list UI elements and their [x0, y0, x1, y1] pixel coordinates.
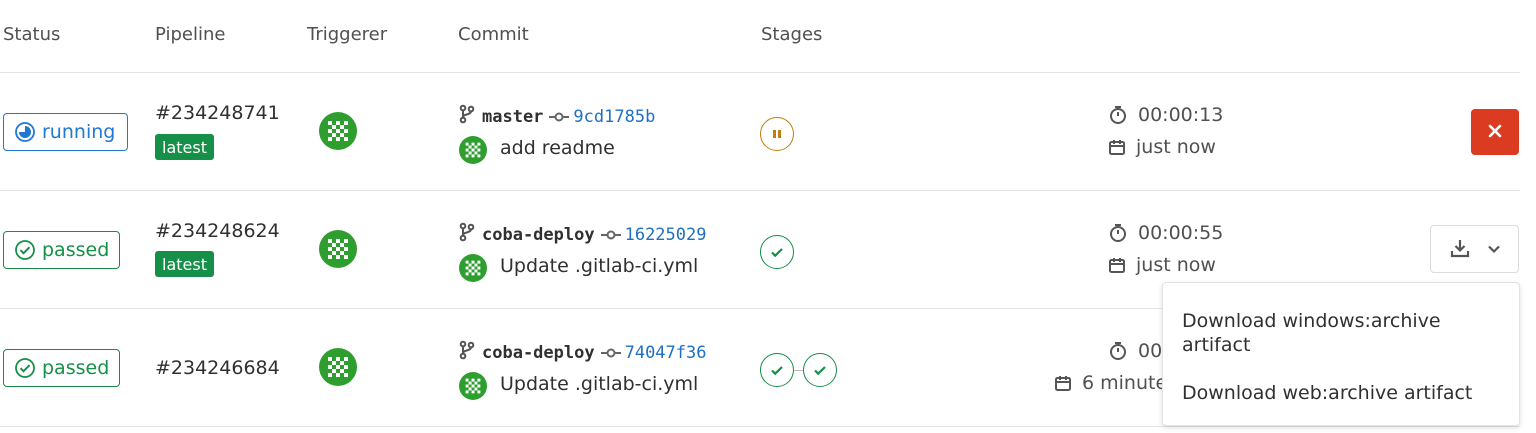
status-label: running — [42, 121, 116, 143]
commit-author-avatar[interactable] — [459, 254, 487, 282]
row-divider — [0, 426, 1520, 427]
stopwatch-icon — [1108, 105, 1128, 125]
pipeline-finished-time: 6 minute — [1054, 372, 1167, 394]
commit-ref: coba-deploy 74047f36 — [458, 340, 706, 365]
branch-link[interactable]: coba-deploy — [482, 225, 595, 245]
stage-paused-icon[interactable] — [760, 117, 794, 151]
calendar-icon — [1108, 138, 1126, 156]
finished-text: just now — [1136, 136, 1216, 158]
commit-message-link[interactable]: Update .gitlab-ci.yml — [500, 255, 698, 277]
commit-ref: coba-deploy 16225029 — [458, 222, 706, 247]
pipeline-id-link[interactable]: #234248624 — [155, 220, 280, 242]
pipeline-duration: 00 — [1108, 340, 1162, 362]
check-circle-icon — [14, 357, 36, 379]
triggerer-avatar[interactable] — [319, 230, 357, 268]
branch-icon — [458, 222, 476, 247]
branch-link[interactable]: master — [482, 107, 543, 127]
commit-sha-link[interactable]: 9cd1785b — [573, 107, 655, 127]
pipeline-id-link[interactable]: #234246684 — [155, 357, 280, 379]
commit-ref: master 9cd1785b — [458, 104, 655, 129]
branch-icon — [458, 104, 476, 129]
commit-message-link[interactable]: add readme — [500, 137, 615, 159]
check-circle-icon — [14, 239, 36, 261]
download-icon — [1449, 237, 1471, 262]
status-badge-passed[interactable]: passed — [3, 349, 120, 387]
duration-text: 00:00:13 — [1138, 104, 1224, 126]
column-header-status: Status — [3, 24, 61, 45]
stage-success-icon[interactable] — [803, 353, 837, 387]
stage-success-icon[interactable] — [760, 353, 794, 387]
dropdown-item-download-windows-archive[interactable]: Download windows:archive artifact — [1163, 309, 1519, 357]
download-artifacts-button[interactable] — [1430, 225, 1519, 273]
chevron-down-icon — [1487, 242, 1501, 257]
column-header-pipeline: Pipeline — [155, 24, 226, 45]
stopwatch-icon — [1108, 223, 1128, 243]
commit-icon — [549, 111, 570, 123]
duration-text: 00 — [1138, 340, 1163, 362]
status-badge-passed[interactable]: passed — [3, 231, 120, 269]
commit-author-avatar[interactable] — [459, 372, 487, 400]
status-badge-running[interactable]: running — [3, 113, 128, 151]
column-header-triggerer: Triggerer — [307, 24, 388, 45]
finished-text: just now — [1136, 254, 1216, 276]
pipeline-finished-time: just now — [1108, 136, 1216, 158]
latest-badge: latest — [155, 251, 214, 277]
pipeline-duration: 00:00:13 — [1108, 104, 1223, 126]
triggerer-avatar[interactable] — [319, 112, 357, 150]
dropdown-item-download-web-archive[interactable]: Download web:archive artifact — [1163, 381, 1519, 405]
stopwatch-icon — [1108, 341, 1128, 361]
stage-success-icon[interactable] — [760, 235, 794, 269]
pipeline-id-link[interactable]: #234248741 — [155, 102, 280, 124]
artifacts-dropdown-menu: Download windows:archive artifact Downlo… — [1162, 282, 1520, 426]
pipeline-duration: 00:00:55 — [1108, 222, 1223, 244]
commit-message-link[interactable]: Update .gitlab-ci.yml — [500, 373, 698, 395]
column-header-stages: Stages — [761, 24, 823, 45]
column-header-commit: Commit — [458, 24, 529, 45]
status-label: passed — [42, 239, 110, 261]
latest-badge: latest — [155, 134, 214, 160]
calendar-icon — [1054, 374, 1072, 392]
header-divider — [0, 72, 1520, 73]
commit-icon — [600, 229, 621, 241]
commit-sha-link[interactable]: 74047f36 — [625, 343, 707, 363]
status-label: passed — [42, 357, 110, 379]
commit-author-avatar[interactable] — [459, 136, 487, 164]
calendar-icon — [1108, 256, 1126, 274]
pipeline-finished-time: just now — [1108, 254, 1216, 276]
cancel-pipeline-button[interactable] — [1471, 109, 1519, 155]
finished-text: 6 minute — [1082, 372, 1168, 394]
close-icon — [1487, 123, 1503, 142]
branch-icon — [458, 340, 476, 365]
branch-link[interactable]: coba-deploy — [482, 343, 595, 363]
commit-sha-link[interactable]: 16225029 — [625, 225, 707, 245]
duration-text: 00:00:55 — [1138, 222, 1224, 244]
running-status-icon — [14, 121, 36, 143]
row-divider — [0, 190, 1520, 191]
commit-icon — [600, 347, 621, 359]
triggerer-avatar[interactable] — [319, 348, 357, 386]
